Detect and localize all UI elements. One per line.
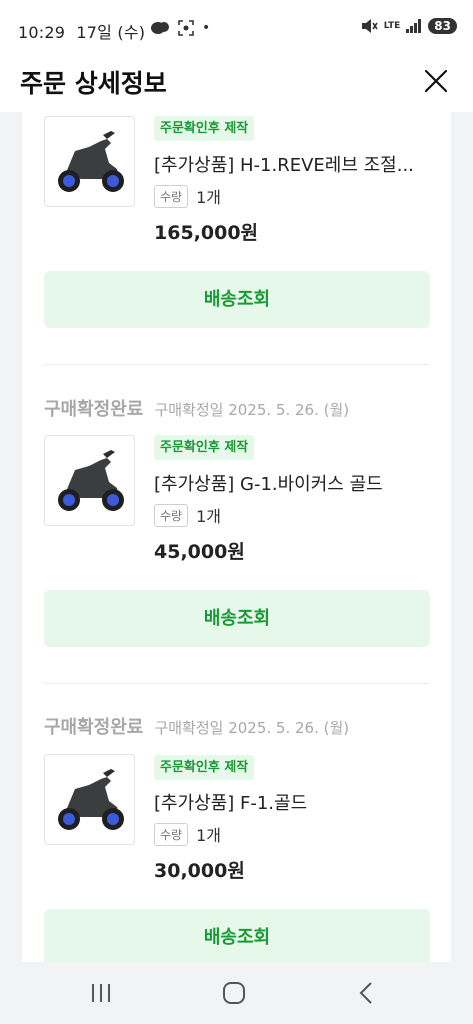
- product-name[interactable]: [추가상품] G-1.바이커스 골드: [154, 470, 424, 496]
- product-price: 30,000원: [154, 860, 245, 882]
- quantity-row: 수량 1개: [154, 503, 221, 527]
- track-delivery-button[interactable]: 배송조회: [44, 271, 430, 328]
- confirm-date: 구매확정일 2025. 5. 26. (월): [154, 401, 350, 419]
- made-to-order-badge: 주문확인후 제작: [154, 435, 255, 460]
- navigation-bar: [0, 962, 473, 1024]
- section-divider: [44, 683, 430, 684]
- order-detail-content[interactable]: 주문확인후 제작 [추가상품] H-1.REVE레브 조절... 수량 1개 1…: [22, 112, 451, 962]
- clock-time: 10:29: [18, 23, 66, 42]
- home-icon: [223, 982, 245, 1004]
- recent-apps-icon: [92, 984, 110, 1002]
- close-button[interactable]: [421, 66, 451, 96]
- product-thumbnail[interactable]: [44, 116, 135, 207]
- order-status-line: 구매확정완료 구매확정일 2025. 5. 26. (월): [44, 713, 349, 739]
- recent-apps-button[interactable]: [79, 976, 123, 1010]
- system-status-icons: LTE 83: [360, 18, 457, 34]
- product-name[interactable]: [추가상품] F-1.골드: [154, 789, 424, 815]
- scooter-image: [58, 769, 124, 830]
- mute-icon: [361, 19, 378, 33]
- scooter-image: [58, 450, 124, 511]
- back-icon: [359, 982, 372, 1004]
- scooter-image: [58, 131, 124, 192]
- chat-bubble-icon: [151, 22, 169, 34]
- track-delivery-button[interactable]: 배송조회: [44, 909, 430, 962]
- quantity-label: 수량: [154, 503, 189, 527]
- battery-indicator: 83: [428, 18, 457, 34]
- back-button[interactable]: [345, 976, 389, 1010]
- product-price: 165,000원: [154, 222, 259, 244]
- quantity-row: 수량 1개: [154, 822, 221, 846]
- status-bar: 10:29 17일 (수) • LTE 83: [0, 0, 473, 56]
- home-button[interactable]: [212, 976, 256, 1010]
- quantity-row: 수량 1개: [154, 184, 221, 208]
- product-price: 45,000원: [154, 541, 245, 563]
- product-thumbnail[interactable]: [44, 754, 135, 845]
- clock-date: 17일 (수): [76, 23, 146, 42]
- app-header: 주문 상세정보: [0, 56, 473, 112]
- product-name[interactable]: [추가상품] H-1.REVE레브 조절...: [154, 151, 424, 177]
- quantity-label: 수량: [154, 184, 189, 208]
- made-to-order-badge: 주문확인후 제작: [154, 116, 255, 141]
- section-divider: [44, 364, 430, 365]
- quantity-value: 1개: [196, 188, 221, 207]
- signal-icon: [406, 19, 422, 33]
- quantity-value: 1개: [196, 826, 221, 845]
- network-type: LTE: [383, 21, 401, 31]
- close-icon: [424, 69, 448, 93]
- quantity-label: 수량: [154, 822, 189, 846]
- more-notifications-dot: •: [202, 20, 211, 36]
- track-delivery-button[interactable]: 배송조회: [44, 590, 430, 647]
- screenshot-icon: [178, 20, 194, 36]
- status-time: 10:29 17일 (수): [18, 19, 145, 43]
- made-to-order-badge: 주문확인후 제작: [154, 755, 255, 780]
- quantity-value: 1개: [196, 507, 221, 526]
- confirm-date: 구매확정일 2025. 5. 26. (월): [154, 719, 350, 737]
- notification-icons: •: [150, 20, 210, 36]
- product-thumbnail[interactable]: [44, 435, 135, 526]
- order-status-line: 구매확정완료 구매확정일 2025. 5. 26. (월): [44, 395, 349, 421]
- page-title: 주문 상세정보: [20, 69, 167, 98]
- order-status: 구매확정완료: [44, 399, 144, 420]
- order-status: 구매확정완료: [44, 717, 144, 738]
